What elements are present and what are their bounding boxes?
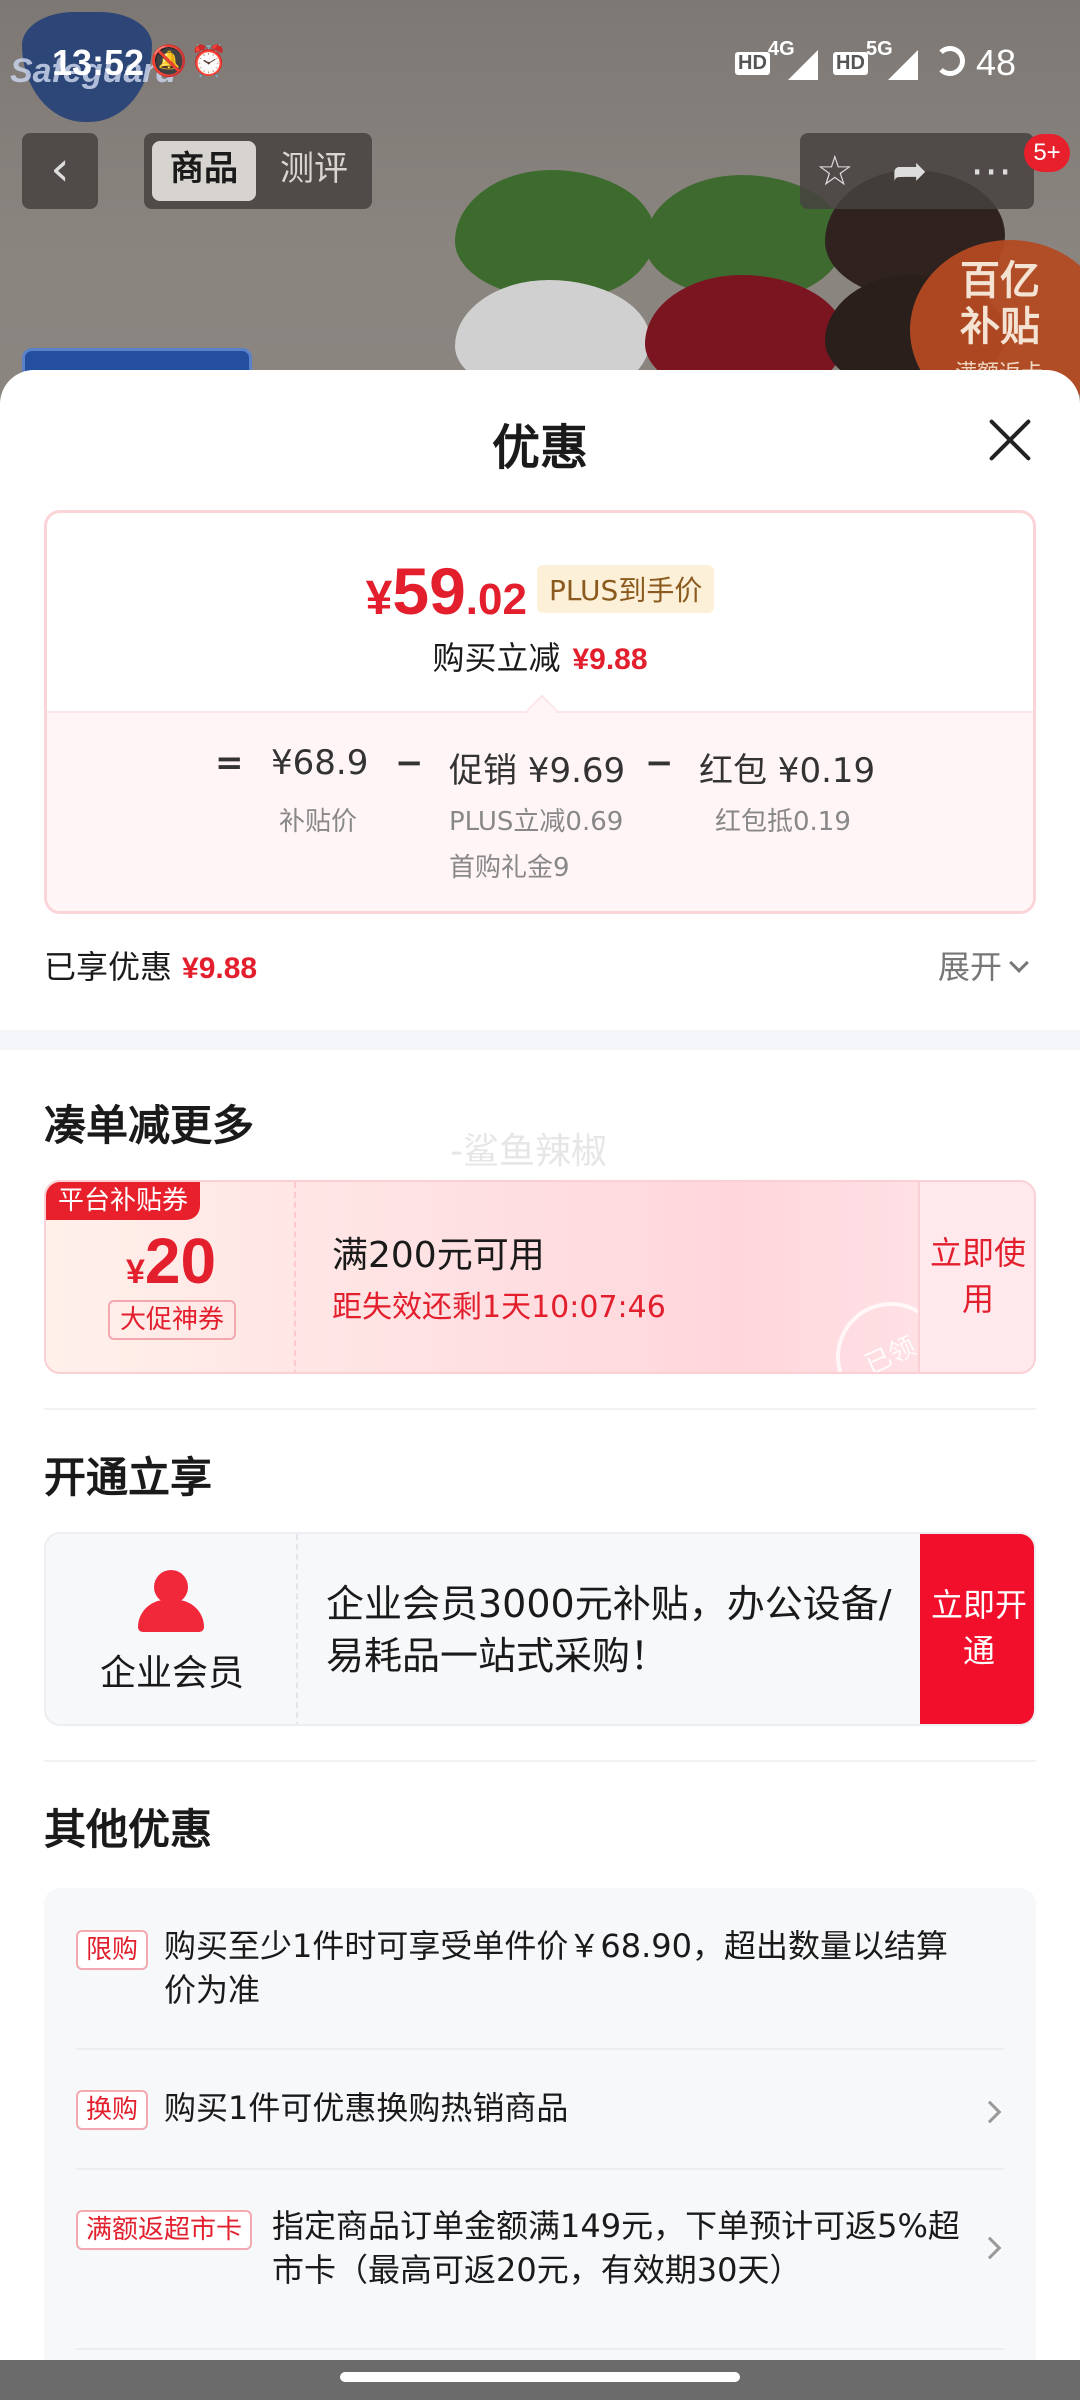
battery-level: 48 xyxy=(976,42,1017,83)
enjoyed-label: 已享优惠 xyxy=(44,948,173,986)
watermark: -鲨鱼辣椒 xyxy=(450,1131,607,1172)
offer-tag: 限购 xyxy=(76,1930,149,1970)
divider xyxy=(44,1408,1036,1410)
plus-price-tag: PLUS到手价 xyxy=(536,565,715,613)
use-now-button[interactable]: 立即使用 xyxy=(918,1182,1034,1372)
offer-text: 指定商品订单金额满149元，下单预计可返5%超市卡（最高可返20元，有效期30天… xyxy=(272,2207,960,2289)
instant-discount-label: 购买立减 xyxy=(432,639,561,677)
tab-product[interactable]: 商品 xyxy=(152,141,256,201)
top-actions: ☆ ➦ ⋯ xyxy=(800,133,1034,209)
signal-icon xyxy=(888,50,918,80)
subsidy-price-value: ¥68.9 xyxy=(271,743,369,783)
coupon-expiry: 距失效还剩1天10:07:46 xyxy=(332,1290,666,1325)
price-card: ¥59.02 PLUS到手价 购买立减 ¥9.88 = ¥68.9 补贴价 − 促销… xyxy=(44,510,1036,914)
instant-discount: 购买立减 ¥9.88 xyxy=(47,633,1033,679)
divider xyxy=(44,1760,1036,1762)
minus-sign: − xyxy=(395,743,424,783)
promo-first-gift: 首购礼金9 xyxy=(449,853,570,883)
share-icon[interactable]: ➦ xyxy=(892,141,927,201)
price-decimal: .02 xyxy=(465,575,527,624)
signal-icon xyxy=(788,50,818,80)
status-bar: 13:52 🔕 ⏰ HD 4G HD 5G 48 xyxy=(0,30,1080,96)
alarm-icon: ⏰ xyxy=(190,45,228,78)
promo-value: 促销 ¥9.69 xyxy=(449,751,626,791)
divider xyxy=(76,2348,1004,2350)
final-price: ¥59.02 PLUS到手价 xyxy=(47,553,1033,629)
coupon-amount: ¥20 xyxy=(46,1224,296,1298)
person-icon xyxy=(136,1570,206,1632)
status-time: 13:52 xyxy=(52,42,145,83)
coupon-condition: 满200元可用 xyxy=(332,1235,545,1276)
offer-item-exchange[interactable]: 换购 购买1件可优惠换购热销商品 xyxy=(44,2050,1036,2168)
other-offers-list: 限购 购买至少1件时可享受单件价￥68.90，超出数量以结算价为准 换购 购买1… xyxy=(44,1888,1036,2360)
member-identity: 企业会员 xyxy=(46,1534,298,1724)
chevron-right-icon xyxy=(978,2100,1002,2124)
expand-label: 展开 xyxy=(938,948,1003,986)
coupon-currency: ¥ xyxy=(125,1253,145,1291)
section-title-more: 凑单减更多 xyxy=(44,1101,255,1150)
discount-sheet: 优惠 ¥59.02 PLUS到手价 购买立减 ¥9.88 = ¥68.9 补贴价 −… xyxy=(0,370,1080,2360)
offer-tag: 满额返超市卡 xyxy=(76,2210,253,2250)
offer-text: 购买至少1件时可享受单件价￥68.90，超出数量以结算价为准 xyxy=(164,1927,948,2009)
coupon-amount-value: 20 xyxy=(144,1225,217,1297)
section-title-member: 开通立享 xyxy=(44,1453,213,1502)
hd-icon: HD xyxy=(735,52,770,75)
message-badge: 5+ xyxy=(1024,134,1070,172)
promo-plus-discount: PLUS立减0.69 xyxy=(449,807,624,837)
subsidy-badge-text: 百亿补贴 xyxy=(960,259,1040,349)
redpack-label: 红包抵0.19 xyxy=(715,807,851,837)
star-icon[interactable]: ☆ xyxy=(816,141,854,201)
product-tabs: 商品 测评 xyxy=(144,133,372,209)
section-divider xyxy=(0,1030,1080,1050)
subsidy-price-label: 补贴价 xyxy=(279,807,358,837)
price-integer: 59 xyxy=(392,554,466,628)
price-breakdown: = ¥68.9 补贴价 − 促销 ¥9.69 PLUS立减0.69 首购礼金9 … xyxy=(47,711,1033,911)
price-currency: ¥ xyxy=(365,572,393,625)
system-nav-bar xyxy=(0,2360,1080,2400)
enjoyed-discount: 已享优惠 ¥9.88 xyxy=(44,942,257,988)
tab-review[interactable]: 测评 xyxy=(262,141,366,201)
section-title-other: 其他优惠 xyxy=(44,1805,213,1854)
offer-item-limit: 限购 购买至少1件时可享受单件价￥68.90，超出数量以结算价为准 xyxy=(44,1888,1036,2048)
instant-discount-value: ¥9.88 xyxy=(572,643,648,676)
coupon-value-area: 平台补贴券 ¥20 大促神券 xyxy=(46,1182,296,1372)
battery-icon xyxy=(935,46,965,76)
activate-button[interactable]: 立即开通 xyxy=(920,1534,1034,1724)
chevron-down-icon xyxy=(1009,953,1029,973)
close-button[interactable] xyxy=(980,410,1040,470)
more-icon[interactable]: ⋯ xyxy=(970,141,1012,201)
offer-item-cashback-card[interactable]: 满额返超市卡 指定商品订单金额满149元，下单预计可返5%超市卡（最高可返20元… xyxy=(44,2170,1036,2330)
sheet-title: 优惠 xyxy=(491,420,588,476)
expand-button[interactable]: 展开 xyxy=(938,942,1029,988)
offer-text: 购买1件可优惠换购热销商品 xyxy=(164,2089,569,2127)
enjoyed-value: ¥9.88 xyxy=(182,952,258,985)
member-description: 企业会员3000元补贴，办公设备/易耗品一站式采购！ xyxy=(326,1582,892,1678)
coupon-flag: 平台补贴券 xyxy=(46,1182,201,1220)
chevron-right-icon xyxy=(978,2236,1002,2260)
back-button[interactable]: ‹ xyxy=(22,133,98,209)
home-indicator[interactable] xyxy=(340,2372,740,2382)
hd-icon: HD xyxy=(833,52,868,75)
coupon-card[interactable]: 平台补贴券 ¥20 大促神券 满200元可用 距失效还剩1天10:07:46 已… xyxy=(44,1180,1036,1374)
coupon-kind: 大促神券 xyxy=(108,1300,237,1340)
redpack-value: 红包 ¥0.19 xyxy=(699,751,876,791)
minus-sign: − xyxy=(645,743,674,783)
chevron-left-icon: ‹ xyxy=(50,141,70,197)
offer-tag: 换购 xyxy=(76,2090,149,2130)
mute-icon: 🔕 xyxy=(150,45,188,78)
member-name: 企业会员 xyxy=(99,1653,244,1694)
member-card[interactable]: 企业会员 企业会员3000元补贴，办公设备/易耗品一站式采购！ 立即开通 xyxy=(44,1532,1036,1726)
equals-sign: = xyxy=(215,743,244,783)
